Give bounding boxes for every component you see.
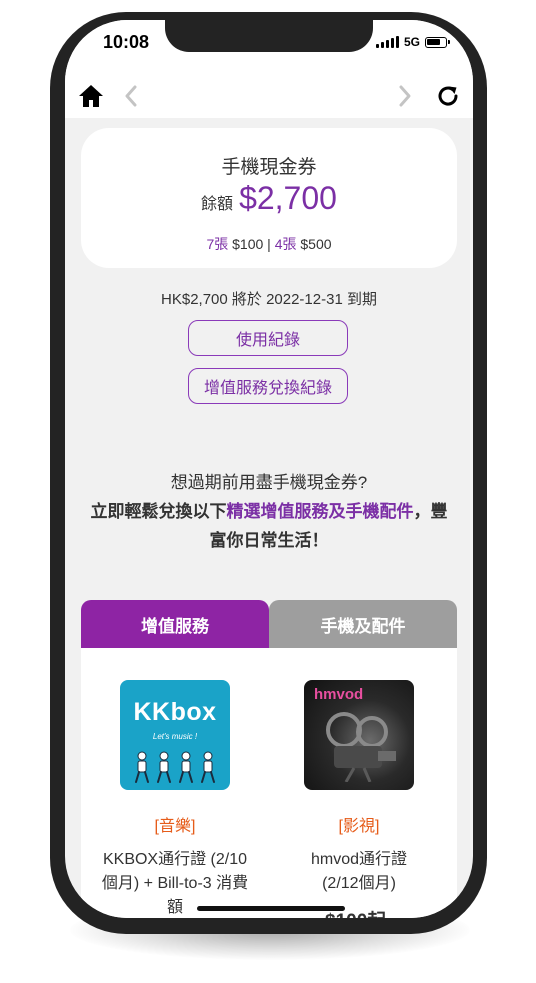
status-indicators: 5G	[375, 35, 450, 49]
promo-line-1: 想過期前用盡手機現金券?	[170, 473, 368, 492]
product-category: [音樂]	[154, 818, 196, 835]
kkbox-image: KKbox Let's music !	[120, 680, 230, 790]
signal-icon	[375, 36, 399, 48]
hmvod-logo: hmvod	[314, 686, 364, 703]
home-icon[interactable]	[75, 80, 107, 112]
status-time: 10:08	[103, 32, 150, 52]
denom-500: $500	[300, 236, 332, 252]
tab-phone-accessories[interactable]: 手機及配件	[269, 600, 457, 648]
voucher-card: 手機現金券 餘額 $2,700 7張 $100 | 4張 $500	[81, 128, 457, 268]
network-type: 5G	[403, 35, 420, 49]
denom-100: $100	[232, 236, 264, 252]
expiry-text: HK$2,700 將於 2022-12-31 到期	[161, 291, 377, 308]
status-bar: 10:08 5G	[65, 20, 473, 76]
product-card-hmvod[interactable]: hmvod [影視] hmvod通行證 (2/12個月)	[269, 680, 449, 896]
phone-screen: 10:08 5G 手機現金券 餘額 $2,700 7張 $100 | 4張 $5…	[65, 20, 473, 918]
hmvod-image: hmvod	[304, 680, 414, 790]
balance-label: 餘額	[201, 196, 234, 213]
notch	[165, 20, 373, 52]
promo-line-2: 立即輕鬆兌換以下精選增值服務及手機配件，豐富你日常生活！	[85, 497, 453, 555]
promo-text: 想過期前用盡手機現金券? 立即輕鬆兌換以下精選增值服務及手機配件，豐富你日常生活…	[85, 468, 453, 555]
projector-illustration	[326, 712, 396, 782]
product-panel: KKbox Let's music ! [音樂] KKBOX通行證 (2/10個…	[81, 648, 457, 918]
count-500: 4張	[274, 236, 297, 252]
denom-separator: |	[267, 236, 271, 252]
kkbox-tagline: Let's music !	[152, 732, 198, 741]
usage-record-button[interactable]: 使用紀錄	[188, 320, 348, 356]
tab-vas[interactable]: 增值服務	[81, 600, 269, 648]
category-tabs: 增值服務 手機及配件	[81, 600, 457, 648]
chevron-left-icon[interactable]	[119, 80, 143, 112]
promo-prefix: 立即輕鬆兌換以下	[90, 502, 227, 521]
promo-highlight: 精選增值服務及手機配件	[226, 502, 414, 521]
voucher-title: 手機現金券	[221, 157, 317, 178]
voucher-denominations: 7張 $100 | 4張 $500	[81, 234, 457, 254]
product-card-kkbox[interactable]: KKbox Let's music ! [音樂] KKBOX通行證 (2/10個…	[85, 680, 265, 918]
browser-nav-bar	[65, 76, 473, 118]
kkbox-logo: KKbox	[133, 698, 217, 726]
dancers-illustration	[135, 751, 215, 783]
balance-value: $2,700	[239, 180, 337, 216]
count-100: 7張	[206, 236, 229, 252]
reload-icon[interactable]	[433, 80, 463, 112]
product-category: [影視]	[338, 818, 380, 835]
home-indicator	[197, 906, 345, 911]
balance-row: 餘額 $2,700	[81, 180, 457, 217]
chevron-right-icon[interactable]	[393, 80, 417, 112]
product-name: hmvod通行證 (2/12個月)	[310, 851, 408, 892]
vas-exchange-record-button[interactable]: 增值服務兌換紀錄	[188, 368, 348, 404]
page-content: 手機現金券 餘額 $2,700 7張 $100 | 4張 $500 HK$2,70…	[65, 118, 473, 918]
battery-icon	[425, 36, 450, 48]
